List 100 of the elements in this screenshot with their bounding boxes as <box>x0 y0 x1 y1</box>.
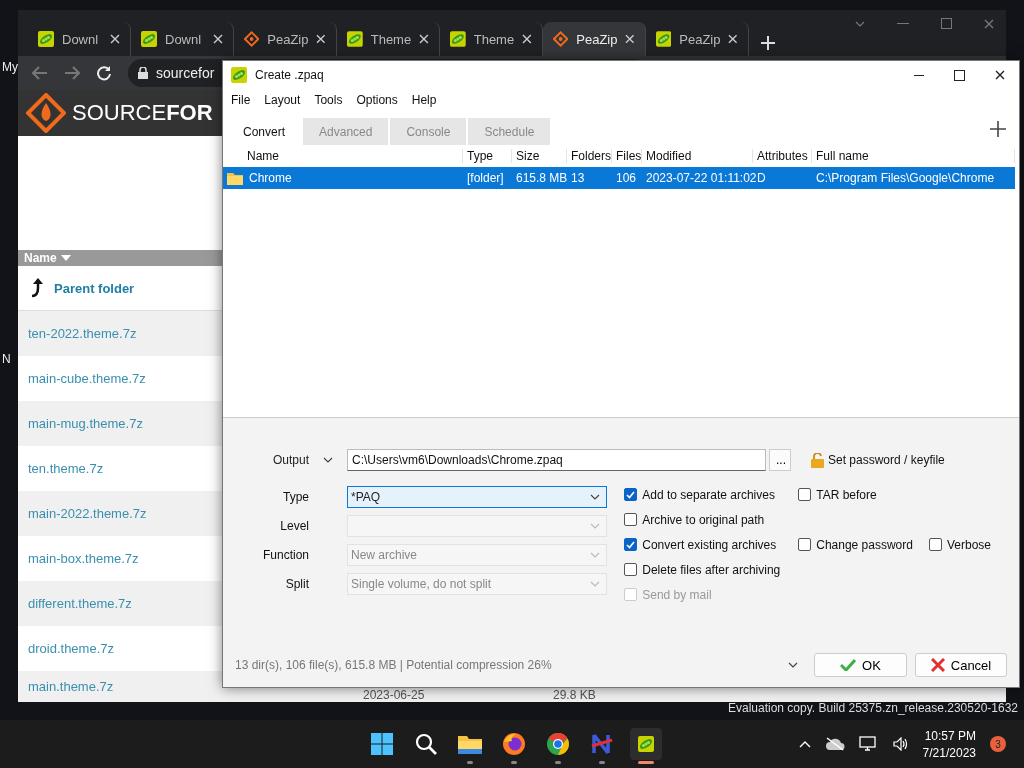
tab-close-icon[interactable] <box>419 34 429 44</box>
file-link[interactable]: main-box.theme.7z <box>28 551 139 566</box>
menu-item[interactable]: Layout <box>264 93 301 107</box>
browse-button[interactable]: ... <box>769 449 791 471</box>
table-cell: [folder] <box>467 171 504 185</box>
tab-close-icon[interactable] <box>728 34 738 44</box>
checkbox-label[interactable]: Convert existing archives <box>642 537 777 552</box>
menu-item[interactable]: Options <box>356 93 398 107</box>
chevron-up-icon[interactable] <box>798 740 811 748</box>
table-cell: 106 <box>616 171 637 185</box>
diamond-icon <box>553 31 569 47</box>
peapod-icon <box>141 31 157 47</box>
checkbox-label[interactable]: TAR before <box>816 487 877 502</box>
file-link[interactable]: ten.theme.7z <box>28 461 104 476</box>
peazip-icon <box>638 736 654 752</box>
build-watermark-text: Evaluation copy. Build 25375.zn_release.230520-1632 <box>728 701 1018 715</box>
tab-close-icon[interactable] <box>110 34 120 44</box>
file-date: 2023-06-25 <box>363 688 425 702</box>
sort-caret-icon <box>60 255 71 261</box>
column-header[interactable]: Full name <box>816 149 869 163</box>
clock[interactable]: 10:57 PM 7/21/2023 <box>922 728 976 760</box>
tab-search-icon[interactable] <box>855 20 865 27</box>
add-icon[interactable] <box>989 120 1007 138</box>
volume-icon[interactable] <box>892 737 909 751</box>
tab-close-icon[interactable] <box>213 34 223 44</box>
network-icon[interactable] <box>858 736 879 752</box>
checkbox[interactable] <box>928 538 942 551</box>
checkbox-label[interactable]: Archive to original path <box>642 512 765 527</box>
site-logo-text: SOURCEFOR <box>72 100 213 126</box>
table-cell: 615.8 MB <box>516 171 568 185</box>
parent-folder-link[interactable]: Parent folder <box>54 280 135 296</box>
checkbox[interactable] <box>624 513 638 526</box>
minimize-icon[interactable] <box>914 74 924 76</box>
status-text: 13 dir(s), 106 file(s), 615.8 MB | Potential compression 26% <box>235 658 552 672</box>
table-cell: D <box>757 171 766 185</box>
menu-item[interactable]: Help <box>411 93 437 107</box>
chevron-down-icon <box>590 581 600 587</box>
ok-button[interactable]: OK <box>814 653 907 677</box>
checkbox[interactable] <box>624 488 638 501</box>
cloud-off-icon[interactable] <box>824 737 845 751</box>
tab-close-icon[interactable] <box>316 34 326 44</box>
table-cell: C:\Program Files\Google\Chrome <box>816 171 995 185</box>
table-cell: 13 <box>571 171 585 185</box>
column-header[interactable]: Modified <box>646 149 692 163</box>
file-size: 29.8 KB <box>553 688 596 702</box>
menu-item[interactable]: File <box>231 93 251 107</box>
peazip-icon <box>231 67 247 83</box>
file-link[interactable]: main-cube.theme.7z <box>28 371 146 386</box>
back-icon[interactable] <box>32 66 48 80</box>
column-header[interactable]: Size <box>516 149 540 163</box>
chevron-down-icon <box>590 552 600 558</box>
forward-icon[interactable] <box>64 66 80 80</box>
reload-icon[interactable] <box>96 65 112 81</box>
close-icon[interactable] <box>995 70 1005 80</box>
field-label: Type <box>282 490 309 504</box>
checkbox-label[interactable]: Verbose <box>946 537 991 552</box>
window-title: Create .zpaq <box>255 68 325 82</box>
checkbox-label[interactable]: Delete files after archiving <box>642 562 781 577</box>
checkbox[interactable] <box>624 538 638 551</box>
diamond-icon <box>244 31 260 47</box>
password-link[interactable]: Set password / keyfile <box>828 453 945 467</box>
checkbox-label[interactable]: Change password <box>816 537 913 552</box>
up-arrow-icon <box>30 278 44 298</box>
dropdown-caret-icon[interactable] <box>323 457 333 463</box>
browser-tab[interactable]: PeaZip <box>543 22 646 56</box>
file-row[interactable]: Chrome [folder] 615.8 MB 13 106 2023-07-22 01:11:02D C:\Program Files\Google\Chrome <box>223 167 1015 189</box>
menu-item[interactable]: Tools <box>314 93 343 107</box>
field-label: Level <box>279 519 309 533</box>
folder-icon <box>227 171 243 185</box>
notification-badge[interactable]: 3 <box>990 736 1006 752</box>
checkbox[interactable] <box>798 488 812 501</box>
peapod-icon <box>38 31 54 47</box>
cross-icon <box>930 658 945 672</box>
dropdown-caret-icon[interactable] <box>788 662 798 668</box>
chevron-down-icon <box>590 523 600 529</box>
maximize-icon[interactable] <box>954 69 965 81</box>
column-header[interactable]: Name <box>247 149 279 163</box>
column-header[interactable]: Folders <box>571 149 611 163</box>
checkbox[interactable] <box>624 563 638 576</box>
lock-icon <box>138 67 148 79</box>
column-header[interactable]: Attributes <box>757 149 808 163</box>
cancel-button[interactable]: Cancel <box>915 653 1007 677</box>
check-icon <box>840 659 857 671</box>
dropdown[interactable]: *PAQ <box>347 486 607 508</box>
column-header[interactable]: Type <box>467 149 493 163</box>
checkbox-label[interactable]: Add to separate archives <box>642 487 775 502</box>
new-tab-icon[interactable] <box>761 36 775 50</box>
desktop-icon-label: N <box>2 352 11 366</box>
tab-close-icon[interactable] <box>625 34 635 44</box>
field-label: Function <box>261 548 309 562</box>
desktop-icon-label: My <box>2 60 18 74</box>
padlock-icon <box>811 452 824 468</box>
peapod-icon <box>347 31 363 47</box>
column-header[interactable]: Files <box>616 149 642 163</box>
output-path-field[interactable]: C:\Users\vm6\Downloads\Chrome.zpaq <box>347 449 766 471</box>
checkbox[interactable] <box>798 538 812 551</box>
peapod-icon <box>450 31 466 47</box>
file-link[interactable]: droid.theme.7z <box>28 641 114 656</box>
sourceforge-logo-icon <box>26 93 66 133</box>
tab-close-icon[interactable] <box>522 34 532 44</box>
